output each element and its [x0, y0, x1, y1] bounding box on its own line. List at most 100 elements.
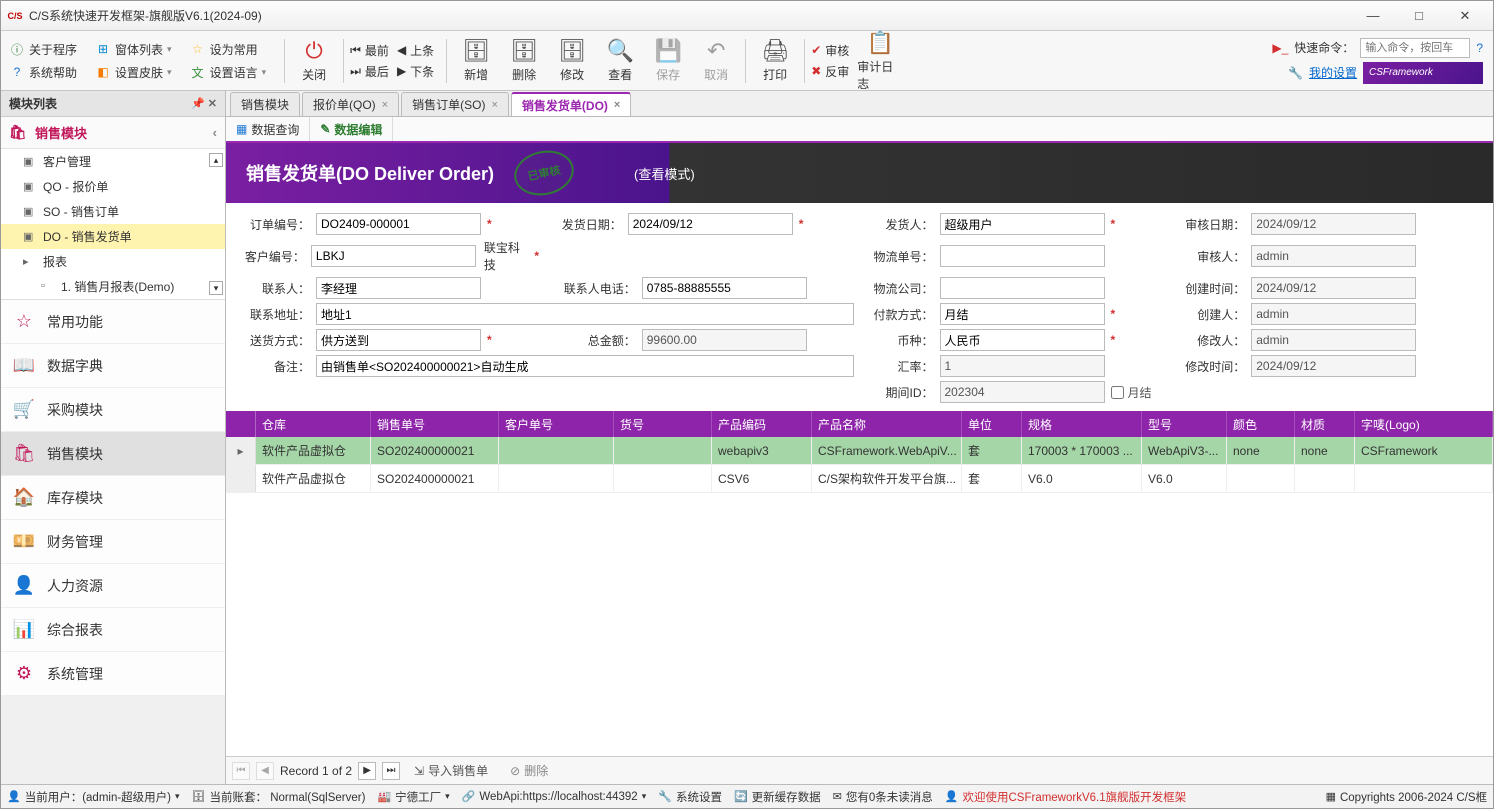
col-model[interactable]: 型号: [1142, 411, 1227, 437]
nav-next-btn[interactable]: ▶: [358, 762, 376, 780]
nav-last[interactable]: ⏭最后: [350, 63, 389, 80]
cust-code-input[interactable]: [311, 245, 476, 267]
approve-button[interactable]: ✔审核: [811, 42, 849, 59]
scroll-up-icon[interactable]: ▴: [209, 153, 223, 167]
quickcmd-input[interactable]: [1360, 38, 1470, 58]
nav-next[interactable]: ▶下条: [397, 63, 434, 80]
delete-row-btn[interactable]: ⊘删除: [502, 761, 556, 781]
col-prod-code[interactable]: 产品编码: [712, 411, 812, 437]
close-window-button[interactable]: ✕: [1443, 3, 1487, 29]
mod-dict[interactable]: 📖数据字典: [1, 344, 225, 388]
import-sales-btn[interactable]: ⇲导入销售单: [406, 761, 496, 781]
mod-report[interactable]: 📊综合报表: [1, 608, 225, 652]
tree-item-so[interactable]: ▣SO - 销售订单: [1, 199, 225, 224]
maximize-button[interactable]: □: [1397, 3, 1441, 29]
nav-prev-btn[interactable]: ◀: [256, 762, 274, 780]
tab-qo[interactable]: 报价单(QO)×: [302, 92, 399, 116]
currency-input[interactable]: [940, 329, 1105, 351]
status-api[interactable]: 🔗WebApi:https://localhost:44392▾: [462, 790, 647, 803]
about-menu[interactable]: ⓘ关于程序: [5, 39, 81, 60]
brand-badge: CSFramework: [1363, 62, 1483, 84]
tree-item-report1[interactable]: ▫1. 销售月报表(Demo): [1, 274, 225, 299]
edit-icon: ✎: [320, 122, 330, 136]
view-button[interactable]: 🔍查看: [597, 35, 643, 87]
table-row[interactable]: ▸ 软件产品虚拟仓 SO202400000021 webapiv3 CSFram…: [226, 437, 1493, 465]
col-sales-no[interactable]: 销售单号: [371, 411, 499, 437]
mod-system[interactable]: ⚙系统管理: [1, 652, 225, 696]
subtab-query[interactable]: ▦数据查询: [226, 117, 310, 141]
col-material[interactable]: 材质: [1295, 411, 1355, 437]
mod-stock[interactable]: 🏠库存模块: [1, 476, 225, 520]
tree-item-qo[interactable]: ▣QO - 报价单: [1, 174, 225, 199]
status-user[interactable]: 👤当前用户：(admin-超级用户)▾: [7, 789, 180, 805]
add-button[interactable]: 🗄新增: [453, 35, 499, 87]
deliver-date-input[interactable]: [628, 213, 793, 235]
status-refresh[interactable]: 🔄更新缓存数据: [734, 789, 821, 805]
my-settings-link[interactable]: 我的设置: [1309, 64, 1357, 81]
order-no-input[interactable]: [316, 213, 481, 235]
status-msg[interactable]: ✉您有0条未读消息: [833, 789, 933, 805]
col-warehouse[interactable]: 仓库: [256, 411, 371, 437]
help-circle-icon[interactable]: ?: [1476, 41, 1483, 55]
mod-finance[interactable]: 💴财务管理: [1, 520, 225, 564]
col-cust-no[interactable]: 客户单号: [499, 411, 614, 437]
house-icon: 🏠: [11, 485, 37, 511]
col-unit[interactable]: 单位: [962, 411, 1022, 437]
nav-last-btn[interactable]: ⏭: [382, 762, 400, 780]
tree-item-do[interactable]: ▣DO - 销售发货单: [1, 224, 225, 249]
deliverer-input[interactable]: [940, 213, 1105, 235]
pay-method-input[interactable]: [940, 303, 1105, 325]
auditlog-button[interactable]: 📋审计日志: [857, 35, 903, 87]
logistics-no-input[interactable]: [940, 245, 1105, 267]
sidebar-cat-sales[interactable]: 🛍 销售模块 ‹: [1, 117, 225, 149]
mod-hr[interactable]: 👤人力资源: [1, 564, 225, 608]
reject-button[interactable]: ✖反审: [811, 63, 849, 80]
contact-tel-input[interactable]: [642, 277, 807, 299]
delete-button[interactable]: 🗄删除: [501, 35, 547, 87]
contact-addr-input[interactable]: [316, 303, 854, 325]
nav-first[interactable]: ⏮最前: [350, 42, 389, 59]
col-logo[interactable]: 字唛(Logo): [1355, 411, 1493, 437]
col-spec[interactable]: 规格: [1022, 411, 1142, 437]
tree-item-report[interactable]: ▸报表: [1, 249, 225, 274]
col-part-no[interactable]: 货号: [614, 411, 712, 437]
save-button: 💾保存: [645, 35, 691, 87]
setcommon-menu[interactable]: ☆设为常用: [186, 39, 271, 60]
modify-button[interactable]: 🗄修改: [549, 35, 595, 87]
db-icon: 🗄: [192, 790, 206, 803]
subtab-edit[interactable]: ✎数据编辑: [310, 117, 393, 141]
setskin-menu[interactable]: ◧设置皮肤▾: [91, 62, 176, 83]
link-icon: 🔗: [462, 790, 476, 803]
grid-icon: ▦: [236, 122, 247, 136]
close-icon[interactable]: ×: [491, 99, 497, 111]
nav-prev[interactable]: ◀上条: [397, 42, 434, 59]
print-button[interactable]: 🖨打印: [752, 35, 798, 87]
col-color[interactable]: 颜色: [1227, 411, 1295, 437]
remark-input[interactable]: [316, 355, 854, 377]
col-prod-name[interactable]: 产品名称: [812, 411, 962, 437]
formlist-menu[interactable]: ⊞窗体列表▾: [91, 39, 176, 60]
pin-icon[interactable]: 📌 ✕: [191, 97, 217, 110]
ship-method-input[interactable]: [316, 329, 481, 351]
contact-input[interactable]: [316, 277, 481, 299]
close-icon[interactable]: ×: [382, 99, 388, 111]
tree-item-customer[interactable]: ▣客户管理: [1, 149, 225, 174]
tab-so[interactable]: 销售订单(SO)×: [401, 92, 509, 116]
minimize-button[interactable]: —: [1351, 3, 1395, 29]
scroll-down-icon[interactable]: ▾: [209, 281, 223, 295]
logistics-co-input[interactable]: [940, 277, 1105, 299]
table-row[interactable]: 软件产品虚拟仓 SO202400000021 CSV6 C/S架构软件开发平台旗…: [226, 465, 1493, 493]
mod-common[interactable]: ☆常用功能: [1, 300, 225, 344]
syshelp-menu[interactable]: ?系统帮助: [5, 62, 81, 83]
tab-do[interactable]: 销售发货单(DO)×: [511, 92, 631, 116]
close-icon[interactable]: ×: [614, 99, 620, 111]
setlang-menu[interactable]: 文设置语言▾: [186, 62, 271, 83]
mod-purchase[interactable]: 🛒采购模块: [1, 388, 225, 432]
month-close-check[interactable]: 月结: [1111, 384, 1152, 401]
close-form-button[interactable]: ⏻关闭: [291, 35, 337, 87]
status-syssetting[interactable]: 🔧系统设置: [658, 789, 722, 805]
mod-sales[interactable]: 🛍销售模块: [1, 432, 225, 476]
status-factory[interactable]: 🏭宁德工厂▾: [377, 789, 449, 805]
tab-sales-module[interactable]: 销售模块: [230, 92, 300, 116]
nav-first-btn[interactable]: ⏮: [232, 762, 250, 780]
